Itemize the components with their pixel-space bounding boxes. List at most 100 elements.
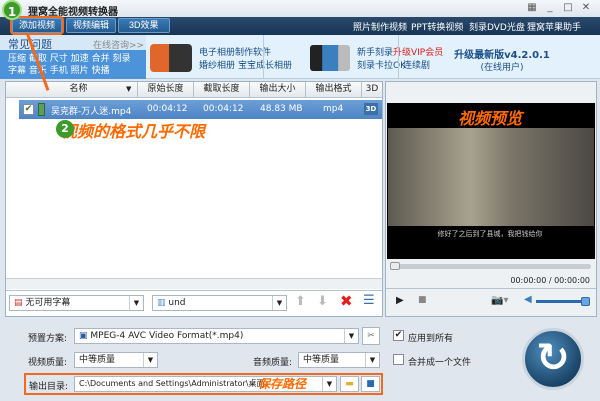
chevron-down-icon[interactable]: ▼ (272, 296, 286, 310)
promo-baby-link[interactable]: 宝宝成长相册 (238, 58, 292, 71)
row-checkbox[interactable]: ✔ (23, 104, 34, 115)
video-subtitle: 修好了之后到了县城，我把钱给你 (437, 230, 543, 238)
audio-quality-label: 音频质量: (253, 358, 293, 368)
clear-list-icon[interactable]: ☰ (363, 293, 375, 308)
col-clip-length[interactable]: 截取长度 (194, 82, 250, 98)
video-frame (388, 128, 594, 226)
faq-link[interactable]: 压缩 (8, 54, 26, 64)
open-folder-icon[interactable]: ■ (361, 376, 380, 392)
play-icon[interactable]: ▶ (396, 295, 404, 306)
minimize-button[interactable]: _ (543, 2, 557, 15)
output-path-value: C:\Documents and Settings\Administrator\… (79, 379, 265, 388)
original-length: 00:04:12 (147, 104, 188, 114)
delete-icon[interactable]: ✖ (340, 292, 353, 310)
faq-link[interactable]: 字幕 (8, 66, 26, 76)
output-size: 48.83 MB (260, 104, 303, 114)
chevron-down-icon[interactable]: ▼ (143, 353, 157, 367)
save-path-annotation: 保存路径 (258, 377, 307, 391)
online-users: (在线用户) (480, 63, 524, 73)
link-burn-dvd[interactable]: 刻录DVD光盘 (469, 20, 525, 33)
volume-icon[interactable]: ◀ (524, 294, 532, 305)
audio-quality-select[interactable]: 中等质量 ▼ (298, 352, 380, 368)
table-row[interactable]: ✔ 吴克群-万人迷.mp4 00:04:12 00:04:12 48.83 MB… (19, 100, 382, 119)
faq-link[interactable]: 加速 (71, 54, 89, 64)
preview-annotation: 视频预览 (457, 109, 522, 128)
maximize-button[interactable]: □ (561, 2, 575, 15)
divider (263, 35, 264, 79)
chevron-down-icon[interactable]: ▼ (365, 353, 379, 367)
settings-panel: 预置方案: ▣ MPEG-4 AVC Video Format(*.mp4) ▼ … (0, 318, 600, 401)
window-title: 狸窝全能视频转换器 (28, 7, 118, 18)
move-up-icon[interactable]: ⬆ (295, 294, 306, 309)
output-format: mp4 (323, 104, 344, 114)
chevron-down-icon[interactable]: ▼ (344, 329, 358, 343)
apply-all-checkbox[interactable]: ✔ (393, 330, 404, 341)
volume-handle[interactable] (581, 297, 590, 306)
subtitle-select[interactable]: ▤ 无可用字幕 ▼ (9, 295, 144, 311)
preset-select[interactable]: ▣ MPEG-4 AVC Video Format(*.mp4) ▼ (74, 328, 359, 344)
chevron-down-icon[interactable]: ▼ (322, 377, 336, 391)
video-quality-select[interactable]: 中等质量 ▼ (74, 352, 158, 368)
divider (6, 290, 382, 291)
clip-length: 00:04:12 (203, 104, 244, 114)
faq-link[interactable]: 手机 (50, 66, 68, 76)
divider (398, 35, 399, 79)
output-dir-label: 输出目录: (29, 382, 69, 392)
faq-link[interactable]: 刻录 (112, 54, 130, 64)
faq-link[interactable]: 照片 (71, 66, 89, 76)
col-output-format[interactable]: 输出格式 (306, 82, 362, 98)
merge-checkbox[interactable] (393, 354, 404, 365)
move-down-icon[interactable]: ⬇ (317, 294, 328, 309)
horizontal-scrollbar[interactable] (6, 278, 382, 289)
chevron-down-icon[interactable]: ▼ (129, 296, 143, 310)
promo-album-link[interactable]: 电子相册制作软件 (199, 45, 271, 58)
seek-handle[interactable] (390, 262, 400, 270)
video-file-icon (38, 103, 45, 116)
audio-value: und (168, 298, 186, 308)
online-consult-link[interactable]: 在线咨询>> (93, 38, 144, 51)
table-header: 名称 ▼ 原始长度 截取长度 输出大小 输出格式 3D (6, 82, 382, 98)
faq-link[interactable]: 合并 (92, 54, 110, 64)
video-edit-button[interactable]: 视频编辑 (66, 18, 117, 33)
album-software-icon (150, 44, 192, 72)
time-display: 00:00:00 / 00:00:00 (510, 276, 590, 285)
divider (386, 288, 596, 289)
step1-badge: 1 (2, 0, 22, 20)
preset-label: 预置方案: (28, 334, 68, 344)
upgrade-link[interactable]: 升级最新版v4.2.0.1 (412, 46, 592, 61)
col-3d[interactable]: 3D (362, 82, 382, 98)
promo-burn-link[interactable]: 新手刻录 (357, 45, 393, 58)
snapshot-icon[interactable]: 📷▾ (491, 295, 508, 306)
faq-link[interactable]: 快播 (92, 66, 110, 76)
3d-icon[interactable]: 3D (364, 103, 378, 115)
apply-all-label: 应用到所有 (408, 334, 454, 344)
title-bar: 狸窝全能视频转换器 ▦ _ □ ✕ (0, 0, 600, 18)
3d-effect-button[interactable]: 3D效果 (118, 18, 170, 33)
stop-icon[interactable]: ■ (418, 295, 427, 305)
video-quality-value: 中等质量 (79, 355, 116, 365)
audio-track-select[interactable]: ▥ und ▼ (152, 295, 287, 311)
sort-down-icon[interactable]: ▼ (126, 85, 131, 93)
preview-panel: 视频预览 修好了之后到了县城，我把钱给你 00:00:00 / 00:00:00… (385, 81, 597, 317)
close-button[interactable]: ✕ (579, 2, 593, 15)
seek-slider[interactable] (391, 264, 591, 269)
faq-link[interactable]: 尺寸 (50, 54, 68, 64)
faq-links: 压缩 截取 尺寸 加速 合并 刻录 字幕 音乐 手机 照片 快播 (8, 53, 143, 77)
skin-icon[interactable]: ▦ (525, 2, 539, 15)
link-photo-video[interactable]: 照片制作视频 (353, 20, 407, 33)
step2-badge: 2 (56, 120, 74, 138)
preset-value: MPEG-4 AVC Video Format(*.mp4) (90, 331, 244, 341)
browse-folder-icon[interactable]: ▬ (340, 376, 359, 392)
convert-button[interactable]: ↻ (522, 328, 584, 390)
merge-label: 合并成一个文件 (408, 358, 472, 368)
col-name[interactable]: 名称 (20, 82, 138, 98)
settings-tools-icon[interactable]: ✂ (362, 327, 380, 345)
link-apple-helper[interactable]: 狸窝苹果助手 (527, 20, 581, 33)
add-video-button[interactable]: 添加视频 (9, 16, 65, 35)
video-player[interactable]: 视频预览 修好了之后到了县城，我把钱给你 (387, 103, 595, 259)
col-output-size[interactable]: 输出大小 (250, 82, 306, 98)
col-original-length[interactable]: 原始长度 (138, 82, 194, 98)
file-list: 名称 ▼ 原始长度 截取长度 输出大小 输出格式 3D ✔ 吴克群-万人迷.mp… (5, 81, 383, 317)
promo-wedding-link[interactable]: 婚纱相册 (199, 58, 235, 71)
link-ppt-video[interactable]: PPT转换视频 (411, 20, 463, 33)
